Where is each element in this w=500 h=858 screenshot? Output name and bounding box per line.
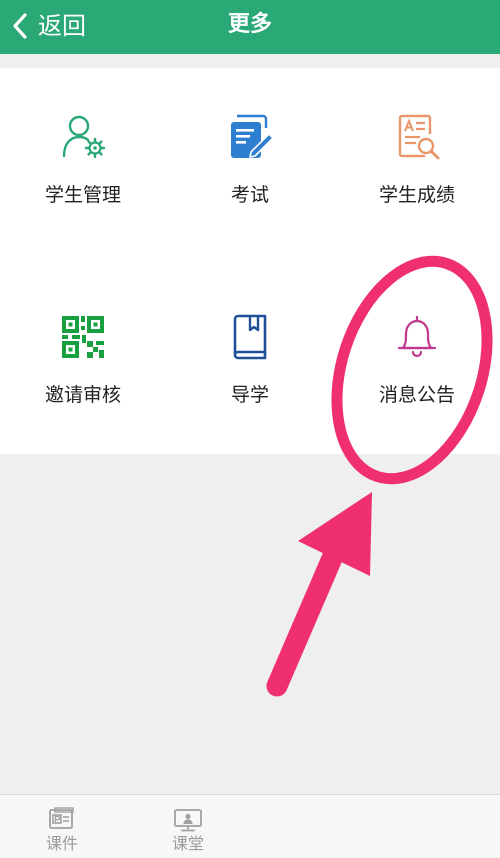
user-gear-icon bbox=[58, 112, 108, 162]
tab-label: 课堂 bbox=[171, 834, 204, 853]
tile-exam[interactable]: 考试 bbox=[167, 68, 333, 248]
top-bar: 返回 更多 bbox=[0, 0, 500, 54]
book-icon bbox=[225, 312, 275, 362]
tile-label: 消息公告 bbox=[378, 384, 455, 406]
tile-label: 学生成绩 bbox=[378, 184, 455, 206]
tab-courseware[interactable]: 课件 bbox=[22, 803, 102, 855]
tab-label: 课件 bbox=[45, 834, 78, 853]
tile-label: 邀请审核 bbox=[44, 384, 121, 406]
feature-grid: 学生管理 考试 学生成绩 邀请审核 导学 消息公告 bbox=[0, 68, 500, 454]
pointer-arrow-shaft bbox=[266, 538, 347, 697]
tab-classroom[interactable]: 课堂 bbox=[148, 803, 228, 855]
tile-student-scores[interactable]: 学生成绩 bbox=[334, 68, 500, 248]
classroom-icon bbox=[173, 807, 203, 833]
tile-student-management[interactable]: 学生管理 bbox=[0, 68, 166, 248]
bottom-tab-bar: 课件 课堂 bbox=[0, 794, 500, 858]
tile-label: 考试 bbox=[230, 184, 269, 206]
tile-label: 导学 bbox=[230, 384, 269, 406]
report-search-icon bbox=[392, 112, 442, 162]
tile-label: 学生管理 bbox=[44, 184, 121, 206]
tile-announcements[interactable]: 消息公告 bbox=[334, 268, 500, 448]
tile-study-guide[interactable]: 导学 bbox=[167, 268, 333, 448]
tile-invite-review[interactable]: 邀请审核 bbox=[0, 268, 166, 448]
exam-paper-icon bbox=[225, 112, 275, 162]
page-title: 更多 bbox=[227, 12, 272, 37]
pointer-arrow-head bbox=[298, 492, 372, 576]
courseware-icon bbox=[47, 807, 77, 833]
qr-code-icon bbox=[58, 312, 108, 362]
bell-icon bbox=[392, 312, 442, 362]
